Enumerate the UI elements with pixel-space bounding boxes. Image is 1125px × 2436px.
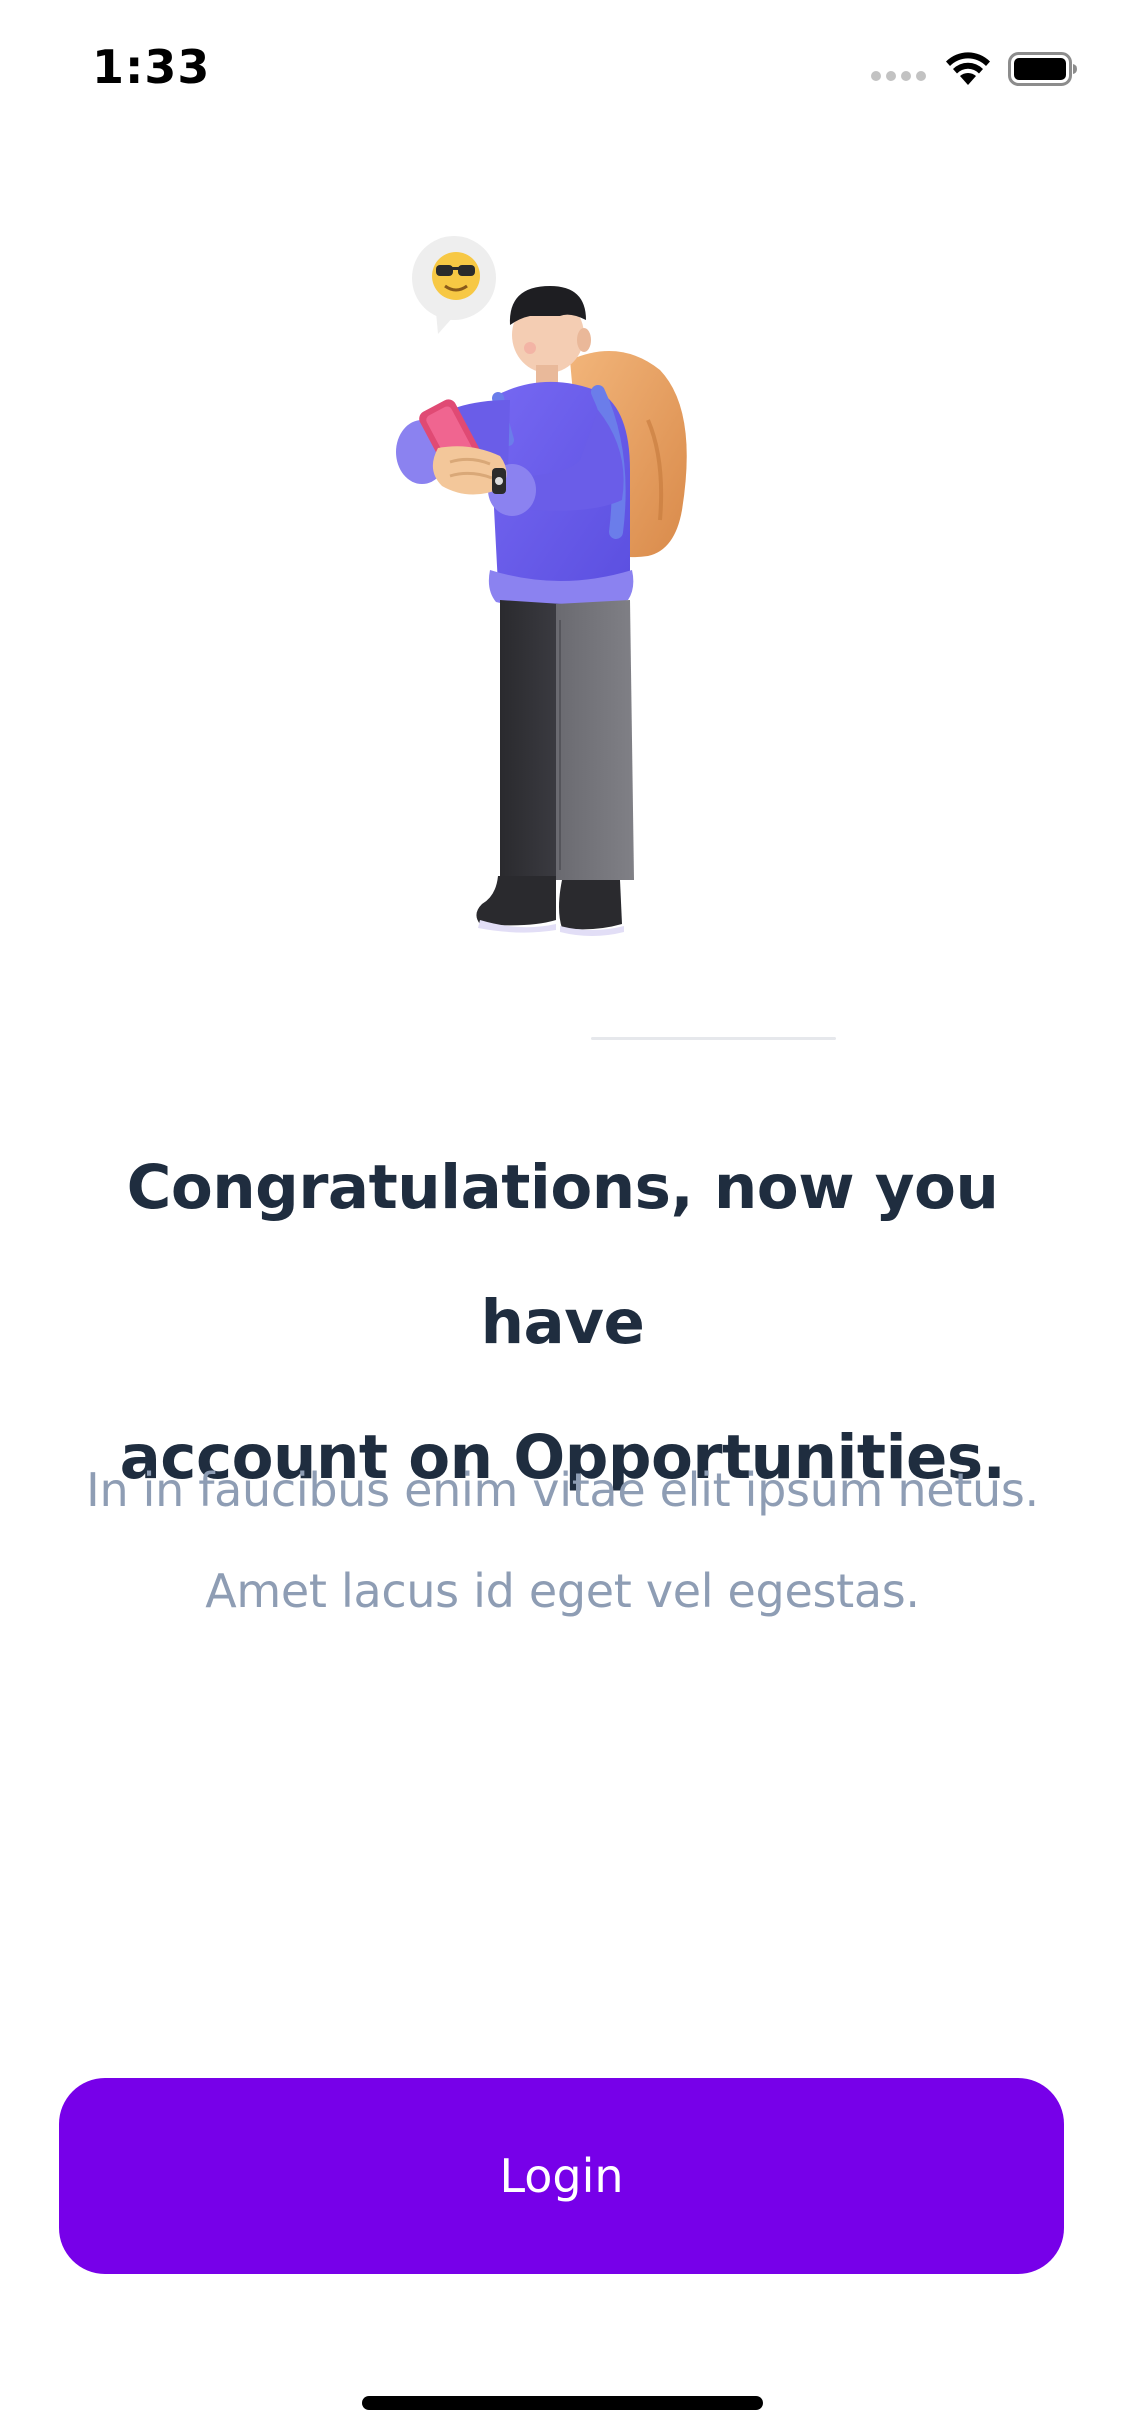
cellular-signal-icon <box>871 71 927 81</box>
page-indicator <box>591 1037 836 1040</box>
page-title-line-1: Congratulations, now you have <box>126 1152 999 1358</box>
status-bar: 1:33 <box>0 0 1125 132</box>
page-subtitle-line-2: Amet lacus id eget vel egestas. <box>205 1564 920 1618</box>
battery-icon <box>1008 52 1077 86</box>
status-time: 1:33 <box>92 40 211 94</box>
congratulations-screen: 1:33 Congratulations, now you have accou… <box>0 0 1125 2436</box>
sunglasses-emoji-icon <box>412 236 496 334</box>
page-subtitle: In in faucibus enim vitae elit ipsum net… <box>60 1440 1065 1642</box>
person-with-phone-illustration <box>396 236 687 936</box>
wifi-icon <box>946 52 990 85</box>
status-icons <box>871 48 1081 88</box>
login-button-label: Login <box>499 2149 624 2203</box>
page-subtitle-line-1: In in faucibus enim vitae elit ipsum net… <box>86 1463 1039 1517</box>
home-indicator[interactable] <box>362 2396 763 2410</box>
login-button[interactable]: Login <box>59 2078 1064 2274</box>
